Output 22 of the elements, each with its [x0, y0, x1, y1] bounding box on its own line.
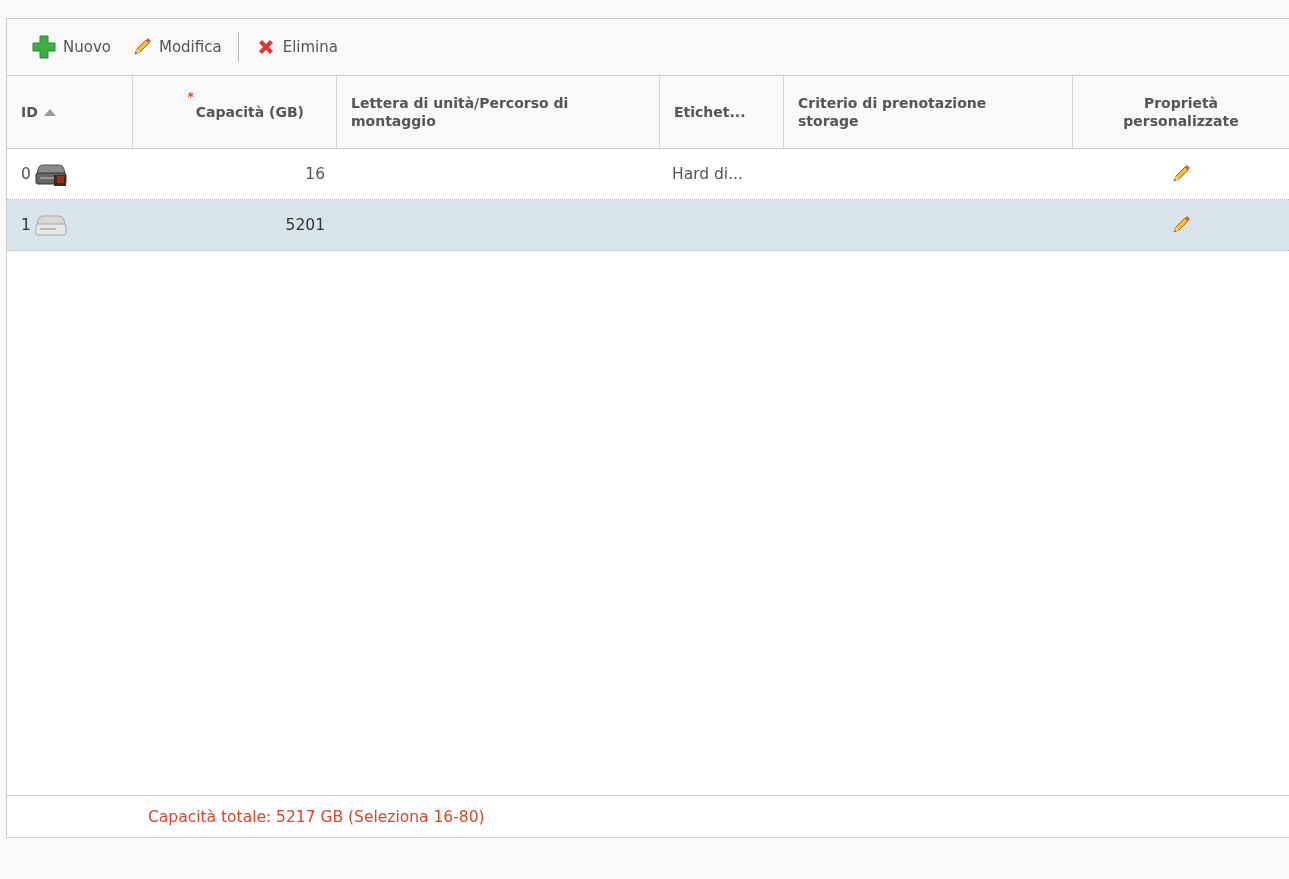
- table-cell: 5201: [285, 216, 325, 234]
- column-header[interactable]: Lettera di unità/Percorso di montaggio: [337, 76, 660, 148]
- pencil-icon[interactable]: [1170, 163, 1192, 185]
- edit-button[interactable]: Modifica: [120, 30, 232, 64]
- badged-disk-icon: [33, 161, 68, 187]
- table-row[interactable]: 1 5201: [7, 200, 1289, 251]
- required-mark: *: [187, 90, 194, 106]
- column-header[interactable]: Etichet...: [660, 76, 784, 148]
- table-cell: 0: [21, 165, 31, 183]
- column-header[interactable]: Criterio di prenotazione storage: [784, 76, 1073, 148]
- new-button[interactable]: Nuovo: [21, 30, 121, 64]
- delete-button[interactable]: Elimina: [244, 30, 348, 64]
- plus-icon: [31, 34, 57, 60]
- total-capacity-message: Capacità totale: 5217 GB (Seleziona 16-80): [148, 807, 485, 826]
- pencil-icon[interactable]: [1170, 214, 1192, 236]
- table-cell: 1: [21, 216, 31, 234]
- column-header[interactable]: Proprietà personalizzate: [1073, 76, 1289, 148]
- column-header[interactable]: ID: [7, 76, 133, 148]
- disk-icon: [33, 212, 68, 238]
- table-cell: 16: [305, 165, 325, 183]
- table-cell: Hard di...: [672, 165, 743, 183]
- column-header[interactable]: * Capacità (GB): [133, 76, 337, 148]
